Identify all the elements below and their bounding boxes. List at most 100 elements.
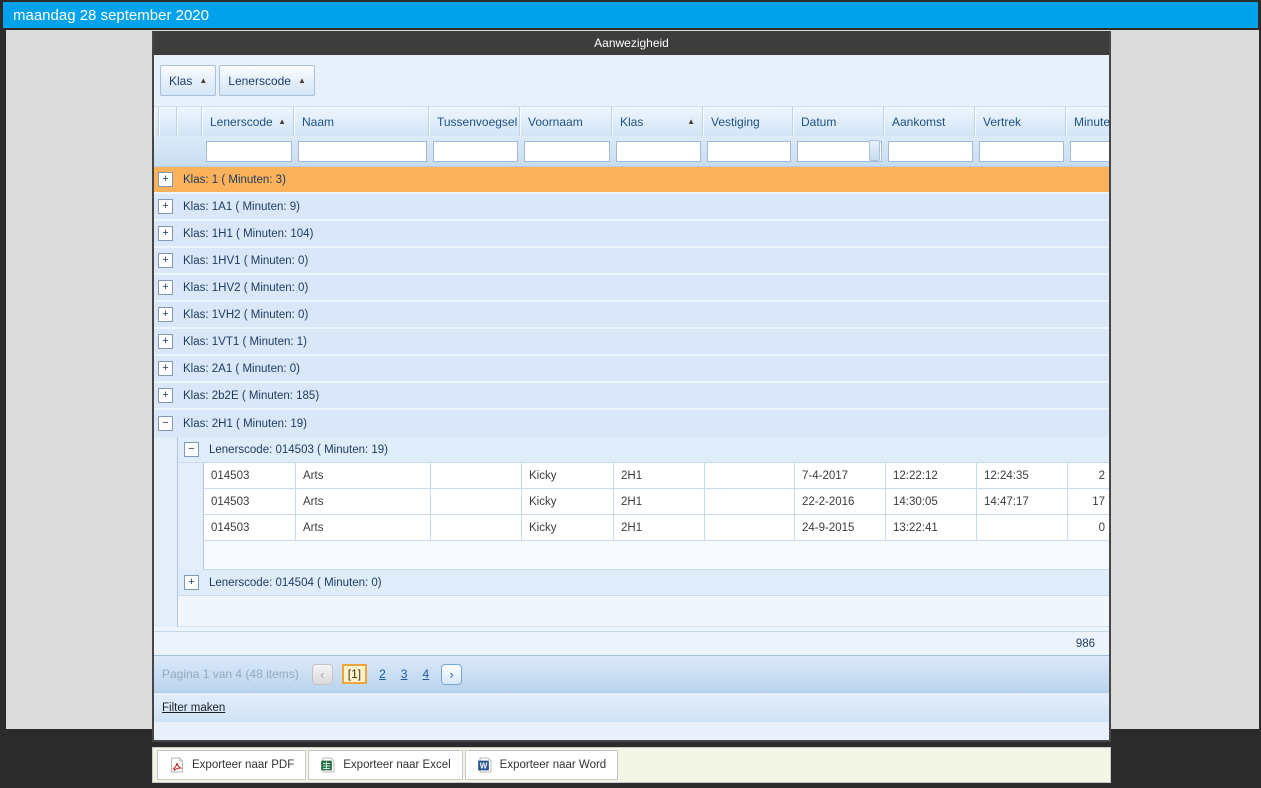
cell-tussenvoegsel (431, 489, 522, 515)
group-row-label: Klas: 1VT1 ( Minuten: 1) (183, 336, 307, 348)
datum-filter-spinner[interactable] (869, 140, 880, 161)
group-row-label: Klas: 2H1 ( Minuten: 19) (183, 418, 307, 430)
cell-datum: 7-4-2017 (795, 463, 886, 489)
panel-title-bar: Aanwezigheid (154, 31, 1109, 55)
data-rows: 014503 Arts Kicky 2H1 7-4-2017 12:22:12 … (203, 463, 1109, 570)
group-row-klas-1vt1[interactable]: + Klas: 1VT1 ( Minuten: 1) (154, 329, 1109, 356)
group-row-klas-1h1[interactable]: + Klas: 1H1 ( Minuten: 104) (154, 221, 1109, 248)
column-header-minuten[interactable]: Minuten (1066, 107, 1111, 136)
group-row-label: Klas: 2b2E ( Minuten: 185) (183, 390, 319, 402)
current-page-indicator: [1] (342, 664, 367, 684)
column-header-naam[interactable]: Naam (294, 107, 429, 136)
filter-maken-link[interactable]: Filter maken (162, 702, 225, 714)
summary-total: 986 (1076, 638, 1095, 650)
collapse-minus-icon[interactable]: − (184, 442, 199, 457)
filter-input-vestiging[interactable] (707, 141, 791, 162)
page-link-4[interactable]: 4 (419, 667, 432, 681)
expand-plus-icon[interactable]: + (158, 226, 173, 241)
window-title: maandag 28 september 2020 (13, 7, 209, 24)
cell-klas: 2H1 (614, 463, 705, 489)
cell-voornaam: Kicky (522, 515, 614, 541)
expand-plus-icon[interactable]: + (158, 334, 173, 349)
group-row-klas-1[interactable]: + Klas: 1 ( Minuten: 3) (154, 167, 1109, 194)
group-row-klas-2h1[interactable]: − Klas: 2H1 ( Minuten: 19) (154, 410, 1109, 437)
svg-text:W: W (479, 762, 487, 771)
next-page-button[interactable]: › (441, 664, 462, 685)
filter-input-aankomst[interactable] (888, 141, 973, 162)
cell-voornaam: Kicky (522, 463, 614, 489)
group-button-klas-label: Klas (169, 74, 192, 88)
filter-input-naam[interactable] (298, 141, 427, 162)
cell-minuten: 0 (1068, 515, 1109, 541)
column-header-lenerscode[interactable]: Lenerscode ▲ (202, 107, 294, 136)
sort-asc-icon: ▲ (298, 77, 306, 85)
filter-expand-col (160, 136, 178, 166)
filter-input-klas[interactable] (616, 141, 701, 162)
window-title-bar: maandag 28 september 2020 (3, 2, 1258, 28)
collapse-minus-icon[interactable]: − (158, 416, 173, 431)
page-link-3[interactable]: 3 (398, 667, 411, 681)
column-header-vertrek[interactable]: Vertrek (975, 107, 1066, 136)
cell-tussenvoegsel (431, 515, 522, 541)
cell-vertrek: 14:47:17 (977, 489, 1068, 515)
export-excel-label: Exporteer naar Excel (343, 759, 450, 771)
expand-plus-icon[interactable]: + (158, 307, 173, 322)
filter-row (154, 136, 1109, 167)
cell-aankomst: 14:30:05 (886, 489, 977, 515)
group-button-lenerscode[interactable]: Lenerscode ▲ (219, 65, 315, 96)
filter-input-lenerscode[interactable] (206, 141, 292, 162)
subgroup-row-014504[interactable]: + Lenerscode: 014504 ( Minuten: 0) (178, 570, 1109, 596)
group-button-lenerscode-label: Lenerscode (228, 74, 291, 88)
column-header-tussenvoegsel[interactable]: Tussenvoegsel (429, 107, 520, 136)
export-word-button[interactable]: W Exporteer naar Word (465, 750, 619, 780)
subgroup-row-014503[interactable]: − Lenerscode: 014503 ( Minuten: 19) (178, 437, 1109, 463)
group-row-klas-2a1[interactable]: + Klas: 2A1 ( Minuten: 0) (154, 356, 1109, 383)
group-row-klas-2b2e[interactable]: + Klas: 2b2E ( Minuten: 185) (154, 383, 1109, 410)
export-pdf-label: Exporteer naar PDF (192, 759, 294, 771)
group-footer-spacer (204, 541, 1109, 570)
group-row-klas-1hv2[interactable]: + Klas: 1HV2 ( Minuten: 0) (154, 275, 1109, 302)
filter-input-tussenvoegsel[interactable] (433, 141, 518, 162)
group-button-klas[interactable]: Klas ▲ (160, 65, 216, 96)
column-header-datum[interactable]: Datum (793, 107, 884, 136)
header-expand-col (159, 107, 177, 136)
filter-input-vertrek[interactable] (979, 141, 1064, 162)
expand-plus-icon[interactable]: + (158, 388, 173, 403)
excel-icon (320, 757, 336, 773)
expand-plus-icon[interactable]: + (158, 361, 173, 376)
column-header-voornaam[interactable]: Voornaam (520, 107, 612, 136)
filter-input-voornaam[interactable] (524, 141, 610, 162)
sort-asc-icon: ▲ (278, 118, 286, 126)
expand-plus-icon[interactable]: + (184, 575, 199, 590)
prev-page-button[interactable]: ‹ (312, 664, 333, 685)
cell-datum: 22-2-2016 (795, 489, 886, 515)
group-row-klas-1a1[interactable]: + Klas: 1A1 ( Minuten: 9) (154, 194, 1109, 221)
expand-plus-icon[interactable]: + (158, 253, 173, 268)
column-header-aankomst[interactable]: Aankomst (884, 107, 975, 136)
cell-naam: Arts (296, 463, 431, 489)
chevron-left-icon: ‹ (320, 667, 324, 682)
group-row-label: Klas: 1 ( Minuten: 3) (183, 174, 286, 186)
expand-plus-icon[interactable]: + (158, 199, 173, 214)
table-row[interactable]: 014503 Arts Kicky 2H1 24-9-2015 13:22:41… (204, 515, 1109, 541)
cell-lenerscode: 014503 (204, 463, 296, 489)
group-row-klas-1vh2[interactable]: + Klas: 1VH2 ( Minuten: 0) (154, 302, 1109, 329)
cell-vestiging (705, 489, 795, 515)
export-excel-button[interactable]: Exporteer naar Excel (308, 750, 462, 780)
cell-minuten: 2 (1068, 463, 1109, 489)
column-header-klas[interactable]: Klas ▲ (612, 107, 703, 136)
group-row-klas-1hv1[interactable]: + Klas: 1HV1 ( Minuten: 0) (154, 248, 1109, 275)
group-row-label: Klas: 1VH2 ( Minuten: 0) (183, 309, 308, 321)
group-by-panel: Klas ▲ Lenerscode ▲ (154, 55, 1109, 107)
sort-asc-icon: ▲ (687, 118, 695, 126)
table-row[interactable]: 014503 Arts Kicky 2H1 7-4-2017 12:22:12 … (204, 463, 1109, 489)
filter-input-minuten[interactable] (1070, 141, 1111, 162)
page-link-2[interactable]: 2 (376, 667, 389, 681)
column-header-vestiging[interactable]: Vestiging (703, 107, 793, 136)
cell-vestiging (705, 515, 795, 541)
expand-plus-icon[interactable]: + (158, 280, 173, 295)
export-pdf-button[interactable]: Exporteer naar PDF (157, 750, 306, 780)
expand-plus-icon[interactable]: + (158, 172, 173, 187)
table-row[interactable]: 014503 Arts Kicky 2H1 22-2-2016 14:30:05… (204, 489, 1109, 515)
cell-lenerscode: 014503 (204, 515, 296, 541)
